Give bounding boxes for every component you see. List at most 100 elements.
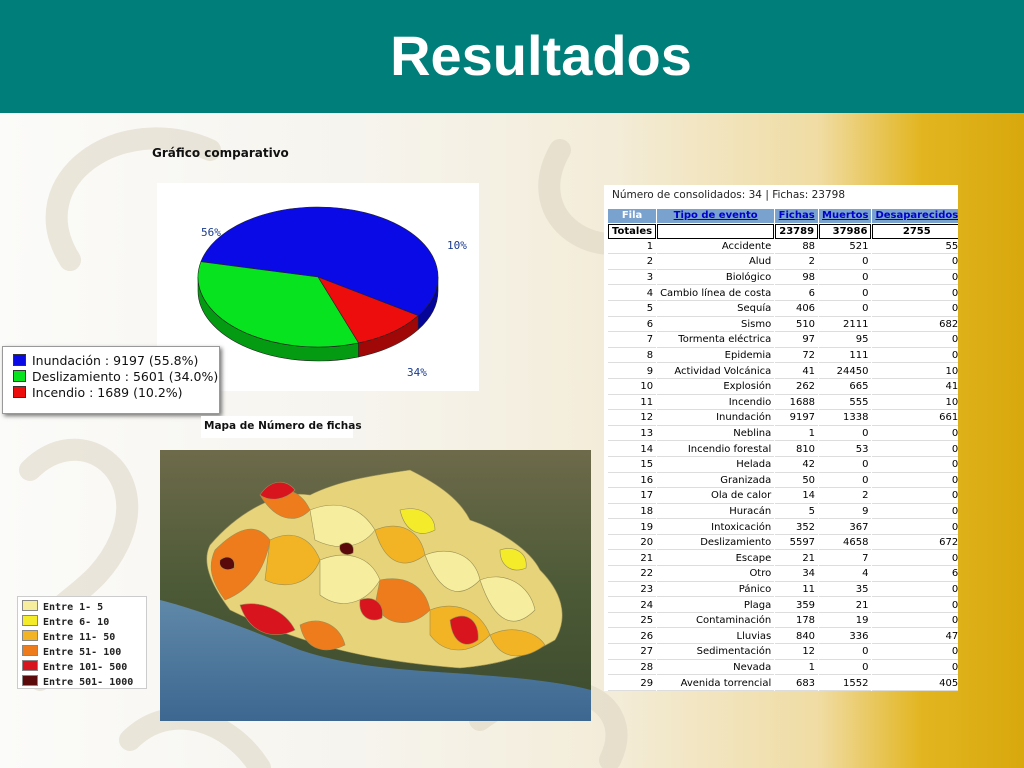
row-fichas: 178	[775, 614, 819, 629]
table-row: 26 Lluvias 840 336 47	[608, 629, 958, 645]
row-muertos: 1552	[819, 676, 872, 691]
row-fila: 21	[608, 551, 657, 567]
row-tipo-evento: Alud	[657, 255, 775, 270]
sort-link-fichas[interactable]: Fichas	[779, 210, 815, 221]
sort-link-muertos[interactable]: Muertos	[822, 210, 868, 221]
table-row: 17 Ola de calor 14 2 0	[608, 489, 958, 504]
row-tipo-evento: Otro	[657, 567, 775, 582]
legend-swatch	[13, 370, 26, 382]
row-desaparecidos: 661	[872, 411, 958, 426]
row-tipo-evento: Avenida torrencial	[657, 676, 775, 691]
map-caption: Mapa de Número de fichas	[204, 420, 362, 432]
table-row: 15 Helada 42 0 0	[608, 458, 958, 473]
row-tipo-evento: Pánico	[657, 583, 775, 598]
row-desaparecidos: 6	[872, 567, 958, 582]
row-muertos: 2	[819, 489, 872, 504]
row-desaparecidos: 0	[872, 520, 958, 535]
row-muertos: 0	[819, 474, 872, 489]
row-fila: 28	[608, 661, 657, 676]
row-fichas: 6	[775, 286, 819, 301]
legend-item-inundacion: Inundación : 9197 (55.8%)	[13, 353, 198, 368]
row-desaparecidos: 0	[872, 442, 958, 457]
totals-row: Totales 23789 37986 2755	[608, 223, 958, 239]
table-row: 6 Sismo 510 2111 682	[608, 318, 958, 333]
row-desaparecidos: 10	[872, 396, 958, 411]
row-fichas: 352	[775, 520, 819, 535]
legend-swatch	[13, 386, 26, 398]
row-tipo-evento: Contaminación	[657, 614, 775, 629]
row-tipo-evento: Nevada	[657, 661, 775, 676]
row-fila: 6	[608, 318, 657, 333]
table-row: 1 Accidente 88 521 55	[608, 240, 958, 255]
pie-pct-label: 34%	[407, 366, 427, 379]
map-legend-item: Entre 501- 1000	[22, 675, 133, 688]
row-tipo-evento: Deslizamiento	[657, 536, 775, 551]
row-fila: 10	[608, 380, 657, 395]
sort-link-desaparecidos[interactable]: Desaparecidos	[875, 210, 958, 221]
row-desaparecidos: 55	[872, 240, 958, 255]
sort-link-tipo-evento[interactable]: Tipo de evento	[674, 210, 758, 221]
table-row: 25 Contaminación 178 19 0	[608, 614, 958, 629]
row-tipo-evento: Explosión	[657, 380, 775, 395]
row-fila: 29	[608, 676, 657, 691]
row-fichas: 840	[775, 629, 819, 645]
row-muertos: 0	[819, 427, 872, 442]
row-fila: 13	[608, 427, 657, 442]
legend-item-incendio: Incendio : 1689 (10.2%)	[13, 385, 183, 400]
table-row: 4 Cambio línea de costa 6 0 0	[608, 286, 958, 301]
row-desaparecidos: 405	[872, 676, 958, 691]
row-muertos: 95	[819, 333, 872, 348]
table-row: 13 Neblina 1 0 0	[608, 427, 958, 442]
row-tipo-evento: Neblina	[657, 427, 775, 442]
row-desaparecidos: 0	[872, 333, 958, 348]
row-fichas: 1	[775, 661, 819, 676]
row-fichas: 12	[775, 645, 819, 660]
row-desaparecidos: 0	[872, 661, 958, 676]
row-fichas: 5597	[775, 536, 819, 551]
row-muertos: 111	[819, 349, 872, 364]
legend-swatch	[13, 354, 26, 366]
row-muertos: 4658	[819, 536, 872, 551]
row-desaparecidos: 0	[872, 598, 958, 613]
row-tipo-evento: Ola de calor	[657, 489, 775, 504]
table-row: 3 Biológico 98 0 0	[608, 271, 958, 286]
row-fila: 5	[608, 302, 657, 317]
row-desaparecidos: 0	[872, 458, 958, 473]
row-muertos: 2111	[819, 318, 872, 333]
table-row: 28 Nevada 1 0 0	[608, 661, 958, 676]
row-fila: 26	[608, 629, 657, 645]
row-fila: 27	[608, 645, 657, 660]
row-desaparecidos: 41	[872, 380, 958, 395]
row-fila: 11	[608, 396, 657, 411]
table-row: 23 Pánico 11 35 0	[608, 583, 958, 598]
row-fila: 18	[608, 505, 657, 520]
row-fichas: 34	[775, 567, 819, 582]
table-row: 14 Incendio forestal 810 53 0	[608, 442, 958, 457]
row-fila: 15	[608, 458, 657, 473]
table-row: 18 Huracán 5 9 0	[608, 505, 958, 520]
table-row: 7 Tormenta eléctrica 97 95 0	[608, 333, 958, 348]
row-desaparecidos: 0	[872, 255, 958, 270]
table-row: 22 Otro 34 4 6	[608, 567, 958, 582]
row-fila: 24	[608, 598, 657, 613]
row-tipo-evento: Plaga	[657, 598, 775, 613]
row-desaparecidos: 0	[872, 271, 958, 286]
row-desaparecidos: 0	[872, 645, 958, 660]
table-row: 27 Sedimentación 12 0 0	[608, 645, 958, 660]
table-row: 24 Plaga 359 21 0	[608, 598, 958, 613]
row-muertos: 0	[819, 661, 872, 676]
row-muertos: 35	[819, 583, 872, 598]
row-muertos: 21	[819, 598, 872, 613]
row-fichas: 11	[775, 583, 819, 598]
row-tipo-evento: Accidente	[657, 240, 775, 255]
col-header-fila: Fila	[608, 209, 657, 223]
row-fichas: 810	[775, 442, 819, 457]
map-legend-item: Entre 101- 500	[22, 660, 127, 673]
row-muertos: 0	[819, 302, 872, 317]
table-row: 10 Explosión 262 665 41	[608, 380, 958, 395]
table-row: 12 Inundación 9197 1338 661	[608, 411, 958, 426]
row-tipo-evento: Intoxicación	[657, 520, 775, 535]
row-desaparecidos: 0	[872, 583, 958, 598]
row-fichas: 1	[775, 427, 819, 442]
row-desaparecidos: 0	[872, 489, 958, 504]
